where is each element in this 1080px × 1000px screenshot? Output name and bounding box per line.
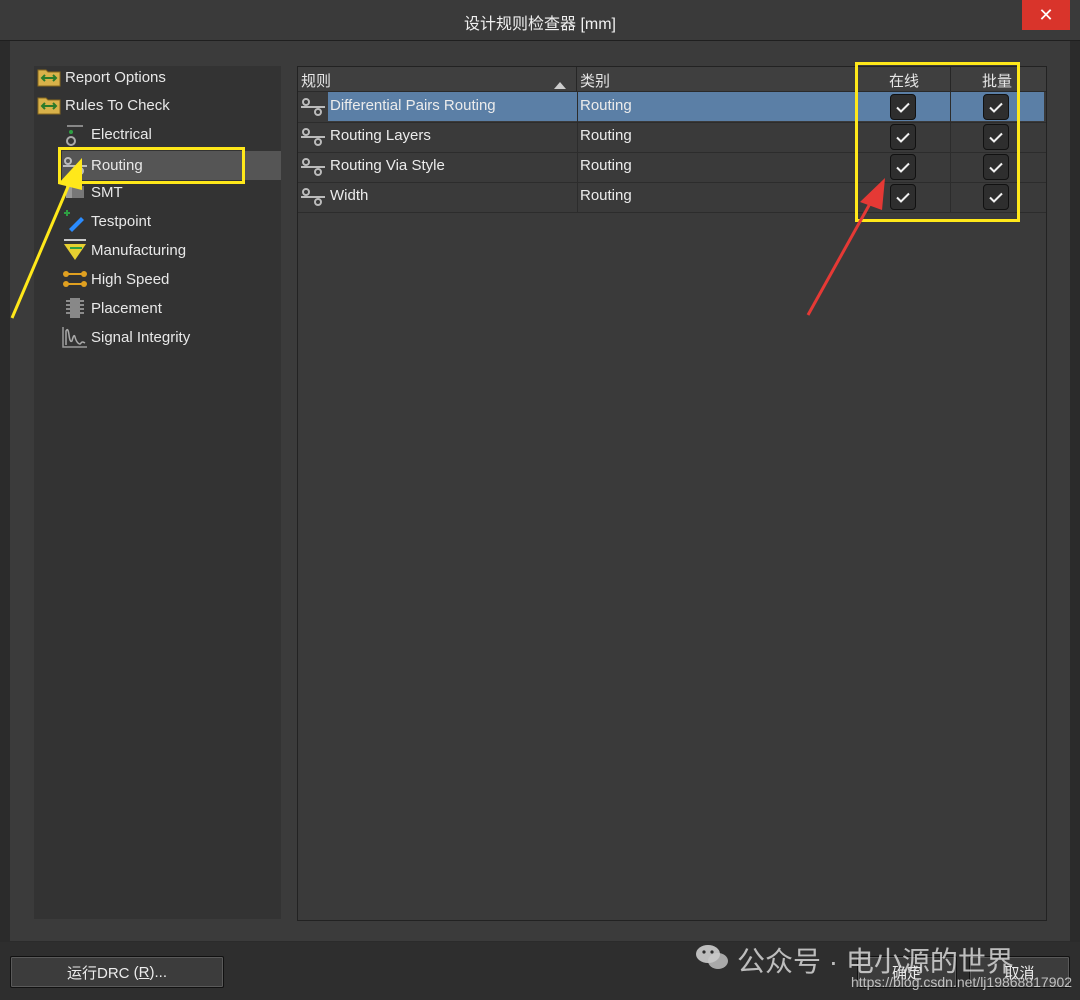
column-divider <box>577 152 578 182</box>
tree-item-electrical[interactable]: Electrical <box>62 121 152 147</box>
tree-item-label: SMT <box>91 183 123 201</box>
signal-integrity-icon <box>62 325 88 349</box>
rule-name: Width <box>330 187 369 204</box>
tree-item-label: Signal Integrity <box>91 328 191 346</box>
tree-item-label: Placement <box>91 299 162 317</box>
tree-item-rules-to-check[interactable]: Rules To Check <box>36 92 170 118</box>
wechat-icon <box>695 943 729 978</box>
tree-item-label: Report Options <box>65 68 166 86</box>
run-drc-shortcut: R <box>138 963 150 981</box>
folder-icon <box>36 93 62 117</box>
header-rule[interactable]: 规则 <box>301 70 331 91</box>
tree-item-label: High Speed <box>91 270 170 288</box>
tree-item-label: Rules To Check <box>65 96 170 114</box>
tree-item-high-speed[interactable]: High Speed <box>62 266 169 292</box>
window-title: 设计规则检查器 [mm] <box>464 16 616 33</box>
watermark-url: https://blog.csdn.net/lj19868817902 <box>851 974 1073 990</box>
tree-item-signal-integrity[interactable]: Signal Integrity <box>62 324 190 350</box>
tree-item-placement[interactable]: Placement <box>62 295 162 321</box>
run-drc-button[interactable]: 运行DRC (R)... <box>10 956 224 988</box>
checkbox-columns-highlight-box <box>855 62 1020 222</box>
routing-highlight-box <box>58 147 245 184</box>
rule-category: Routing <box>580 187 632 204</box>
folder-icon <box>36 65 62 89</box>
title-bar: 设计规则检查器 [mm] ✕ <box>0 0 1080 41</box>
rule-category: Routing <box>580 97 632 114</box>
close-button[interactable]: ✕ <box>1022 0 1070 30</box>
rule-name: Routing Layers <box>330 127 431 144</box>
rule-name: Differential Pairs Routing <box>330 97 496 114</box>
testpoint-icon <box>62 209 88 233</box>
rule-icon <box>300 126 326 152</box>
sort-ascending-icon <box>554 76 566 93</box>
column-divider <box>577 122 578 152</box>
tree-item-report-options[interactable]: Report Options <box>36 64 166 90</box>
header-category[interactable]: 类别 <box>580 70 610 91</box>
placement-icon <box>62 296 88 320</box>
column-divider[interactable] <box>576 67 577 91</box>
tree-item-label: Manufacturing <box>91 241 187 259</box>
rule-icon <box>300 96 326 122</box>
tree-item-label: Electrical <box>91 125 152 143</box>
run-drc-label: 运行DRC <box>66 964 130 982</box>
column-divider <box>577 182 578 212</box>
tree-item-label: Testpoint <box>91 212 152 230</box>
rule-icon <box>300 156 326 182</box>
tree-item-testpoint[interactable]: Testpoint <box>62 208 151 234</box>
rule-category: Routing <box>580 157 632 174</box>
tree-item-manufacturing[interactable]: Manufacturing <box>62 237 186 263</box>
electrical-icon <box>62 122 88 146</box>
rule-name: Routing Via Style <box>330 157 445 174</box>
column-divider <box>577 92 578 122</box>
high-speed-icon <box>62 267 88 291</box>
rule-category: Routing <box>580 127 632 144</box>
manufacturing-icon <box>62 238 88 262</box>
rule-icon <box>300 186 326 212</box>
